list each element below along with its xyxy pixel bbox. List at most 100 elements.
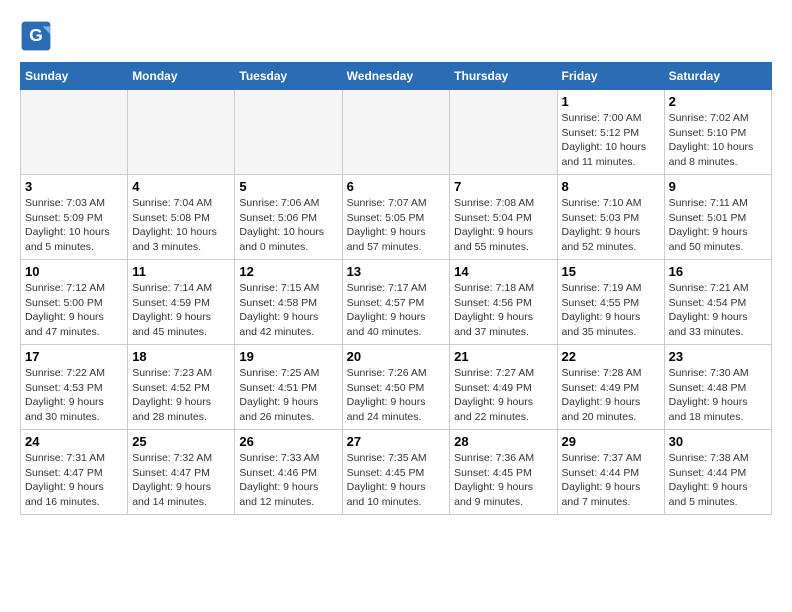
- calendar-cell: 11 Sunrise: 7:14 AMSunset: 4:59 PMDayligh…: [128, 260, 235, 345]
- calendar-cell: 23 Sunrise: 7:30 AMSunset: 4:48 PMDayligh…: [664, 345, 771, 430]
- header: G: [20, 20, 772, 52]
- day-number: 14: [454, 264, 552, 279]
- calendar-cell: 1Sunrise: 7:00 AMSunset: 5:12 PMDaylight…: [557, 90, 664, 175]
- calendar-cell: 6 Sunrise: 7:07 AMSunset: 5:05 PMDaylight…: [342, 175, 450, 260]
- week-row-1: 1Sunrise: 7:00 AMSunset: 5:12 PMDaylight…: [21, 90, 772, 175]
- day-number: 28: [454, 434, 552, 449]
- day-number: 16: [669, 264, 767, 279]
- day-number: 22: [562, 349, 660, 364]
- weekday-tuesday: Tuesday: [235, 63, 342, 90]
- day-info: Sunrise: 7:10 AMSunset: 5:03 PMDaylight:…: [562, 196, 660, 255]
- calendar-cell: 22 Sunrise: 7:28 AMSunset: 4:49 PMDayligh…: [557, 345, 664, 430]
- svg-text:G: G: [29, 25, 43, 45]
- day-number: 2: [669, 94, 767, 109]
- calendar-cell: 25 Sunrise: 7:32 AMSunset: 4:47 PMDayligh…: [128, 430, 235, 515]
- week-row-2: 3Sunrise: 7:03 AMSunset: 5:09 PMDaylight…: [21, 175, 772, 260]
- calendar-cell: 26 Sunrise: 7:33 AMSunset: 4:46 PMDayligh…: [235, 430, 342, 515]
- weekday-thursday: Thursday: [450, 63, 557, 90]
- day-number: 25: [132, 434, 230, 449]
- day-info: Sunrise: 7:14 AMSunset: 4:59 PMDaylight:…: [132, 281, 230, 340]
- week-row-5: 24 Sunrise: 7:31 AMSunset: 4:47 PMDayligh…: [21, 430, 772, 515]
- day-number: 6: [347, 179, 446, 194]
- week-row-3: 10 Sunrise: 7:12 AMSunset: 5:00 PMDayligh…: [21, 260, 772, 345]
- calendar-cell: 27 Sunrise: 7:35 AMSunset: 4:45 PMDayligh…: [342, 430, 450, 515]
- day-info: Sunrise: 7:04 AMSunset: 5:08 PMDaylight:…: [132, 196, 230, 255]
- weekday-monday: Monday: [128, 63, 235, 90]
- calendar-cell: 30 Sunrise: 7:38 AMSunset: 4:44 PMDayligh…: [664, 430, 771, 515]
- day-number: 29: [562, 434, 660, 449]
- logo-icon: G: [20, 20, 52, 52]
- day-number: 3: [25, 179, 123, 194]
- day-number: 23: [669, 349, 767, 364]
- day-number: 9: [669, 179, 767, 194]
- calendar-cell: 21 Sunrise: 7:27 AMSunset: 4:49 PMDayligh…: [450, 345, 557, 430]
- weekday-wednesday: Wednesday: [342, 63, 450, 90]
- day-info: Sunrise: 7:38 AMSunset: 4:44 PMDaylight:…: [669, 451, 767, 510]
- day-number: 13: [347, 264, 446, 279]
- weekday-friday: Friday: [557, 63, 664, 90]
- calendar-cell: 19 Sunrise: 7:25 AMSunset: 4:51 PMDayligh…: [235, 345, 342, 430]
- calendar-cell: 13 Sunrise: 7:17 AMSunset: 4:57 PMDayligh…: [342, 260, 450, 345]
- calendar-cell: [128, 90, 235, 175]
- day-info: Sunrise: 7:07 AMSunset: 5:05 PMDaylight:…: [347, 196, 446, 255]
- week-row-4: 17 Sunrise: 7:22 AMSunset: 4:53 PMDayligh…: [21, 345, 772, 430]
- calendar-cell: 2Sunrise: 7:02 AMSunset: 5:10 PMDaylight…: [664, 90, 771, 175]
- calendar-cell: 17 Sunrise: 7:22 AMSunset: 4:53 PMDayligh…: [21, 345, 128, 430]
- calendar-cell: 14 Sunrise: 7:18 AMSunset: 4:56 PMDayligh…: [450, 260, 557, 345]
- calendar-cell: 8Sunrise: 7:10 AMSunset: 5:03 PMDaylight…: [557, 175, 664, 260]
- calendar-cell: 18 Sunrise: 7:23 AMSunset: 4:52 PMDayligh…: [128, 345, 235, 430]
- calendar-cell: [342, 90, 450, 175]
- calendar-body: 1Sunrise: 7:00 AMSunset: 5:12 PMDaylight…: [21, 90, 772, 515]
- calendar-cell: 5 Sunrise: 7:06 AMSunset: 5:06 PMDaylight…: [235, 175, 342, 260]
- day-info: Sunrise: 7:27 AMSunset: 4:49 PMDaylight:…: [454, 366, 552, 425]
- day-info: Sunrise: 7:17 AMSunset: 4:57 PMDaylight:…: [347, 281, 446, 340]
- day-info: Sunrise: 7:33 AMSunset: 4:46 PMDaylight:…: [239, 451, 337, 510]
- calendar-cell: 4 Sunrise: 7:04 AMSunset: 5:08 PMDaylight…: [128, 175, 235, 260]
- calendar-cell: 10 Sunrise: 7:12 AMSunset: 5:00 PMDayligh…: [21, 260, 128, 345]
- calendar-cell: 24 Sunrise: 7:31 AMSunset: 4:47 PMDayligh…: [21, 430, 128, 515]
- calendar-cell: 3Sunrise: 7:03 AMSunset: 5:09 PMDaylight…: [21, 175, 128, 260]
- weekday-sunday: Sunday: [21, 63, 128, 90]
- day-info: Sunrise: 7:26 AMSunset: 4:50 PMDaylight:…: [347, 366, 446, 425]
- day-info: Sunrise: 7:22 AMSunset: 4:53 PMDaylight:…: [25, 366, 123, 425]
- day-number: 21: [454, 349, 552, 364]
- day-number: 5: [239, 179, 337, 194]
- day-info: Sunrise: 7:30 AMSunset: 4:48 PMDaylight:…: [669, 366, 767, 425]
- day-number: 4: [132, 179, 230, 194]
- calendar-cell: 29Sunrise: 7:37 AMSunset: 4:44 PMDayligh…: [557, 430, 664, 515]
- calendar-cell: 20 Sunrise: 7:26 AMSunset: 4:50 PMDayligh…: [342, 345, 450, 430]
- day-info: Sunrise: 7:35 AMSunset: 4:45 PMDaylight:…: [347, 451, 446, 510]
- calendar-table: SundayMondayTuesdayWednesdayThursdayFrid…: [20, 62, 772, 515]
- day-number: 17: [25, 349, 123, 364]
- day-number: 27: [347, 434, 446, 449]
- day-number: 30: [669, 434, 767, 449]
- day-number: 15: [562, 264, 660, 279]
- calendar-cell: 28 Sunrise: 7:36 AMSunset: 4:45 PMDayligh…: [450, 430, 557, 515]
- day-info: Sunrise: 7:21 AMSunset: 4:54 PMDaylight:…: [669, 281, 767, 340]
- day-info: Sunrise: 7:25 AMSunset: 4:51 PMDaylight:…: [239, 366, 337, 425]
- day-info: Sunrise: 7:23 AMSunset: 4:52 PMDaylight:…: [132, 366, 230, 425]
- weekday-saturday: Saturday: [664, 63, 771, 90]
- day-number: 19: [239, 349, 337, 364]
- day-number: 24: [25, 434, 123, 449]
- day-number: 18: [132, 349, 230, 364]
- calendar-cell: [235, 90, 342, 175]
- day-info: Sunrise: 7:15 AMSunset: 4:58 PMDaylight:…: [239, 281, 337, 340]
- day-info: Sunrise: 7:28 AMSunset: 4:49 PMDaylight:…: [562, 366, 660, 425]
- logo: G: [20, 20, 56, 52]
- day-number: 10: [25, 264, 123, 279]
- calendar-cell: [450, 90, 557, 175]
- day-number: 26: [239, 434, 337, 449]
- day-info: Sunrise: 7:06 AMSunset: 5:06 PMDaylight:…: [239, 196, 337, 255]
- day-info: Sunrise: 7:32 AMSunset: 4:47 PMDaylight:…: [132, 451, 230, 510]
- day-info: Sunrise: 7:36 AMSunset: 4:45 PMDaylight:…: [454, 451, 552, 510]
- day-info: Sunrise: 7:31 AMSunset: 4:47 PMDaylight:…: [25, 451, 123, 510]
- day-info: Sunrise: 7:12 AMSunset: 5:00 PMDaylight:…: [25, 281, 123, 340]
- day-info: Sunrise: 7:11 AMSunset: 5:01 PMDaylight:…: [669, 196, 767, 255]
- calendar-cell: 15Sunrise: 7:19 AMSunset: 4:55 PMDayligh…: [557, 260, 664, 345]
- day-info: Sunrise: 7:18 AMSunset: 4:56 PMDaylight:…: [454, 281, 552, 340]
- day-number: 20: [347, 349, 446, 364]
- calendar-cell: 7Sunrise: 7:08 AMSunset: 5:04 PMDaylight…: [450, 175, 557, 260]
- calendar-cell: 12Sunrise: 7:15 AMSunset: 4:58 PMDayligh…: [235, 260, 342, 345]
- day-number: 11: [132, 264, 230, 279]
